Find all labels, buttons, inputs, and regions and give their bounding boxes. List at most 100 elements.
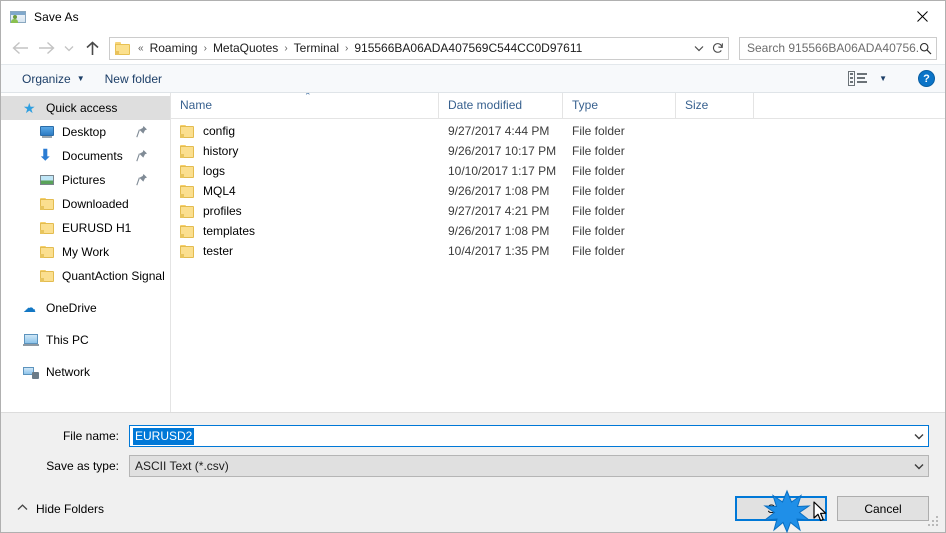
chevron-down-icon[interactable]: [910, 426, 928, 446]
chevron-down-icon: ▼: [879, 74, 887, 83]
table-row[interactable]: MQL4 9/26/2017 1:08 PM File folder: [171, 181, 945, 201]
breadcrumb-terminal-id[interactable]: 915566BA06ADA407569C544CC0D97611: [352, 38, 584, 59]
sidebar-item-downloaded[interactable]: Downloaded: [1, 192, 170, 216]
table-row[interactable]: profiles 9/27/2017 4:21 PM File folder: [171, 201, 945, 221]
change-view-button[interactable]: ▼: [841, 68, 894, 89]
close-icon[interactable]: [899, 1, 945, 32]
file-name-label: profiles: [203, 204, 242, 218]
file-name-label: logs: [203, 164, 226, 178]
table-row[interactable]: logs 10/10/2017 1:17 PM File folder: [171, 161, 945, 181]
chevron-down-icon[interactable]: [910, 456, 928, 476]
column-header-date-modified[interactable]: Date modified: [439, 93, 563, 118]
back-button[interactable]: [7, 35, 33, 61]
folder-icon: [180, 204, 196, 218]
sidebar-item-desktop[interactable]: Desktop: [1, 120, 170, 144]
file-name-label: File name:: [62, 429, 119, 443]
address-bar[interactable]: « Roaming › MetaQuotes › Terminal › 9155…: [109, 36, 729, 60]
table-row[interactable]: templates 9/26/2017 1:08 PM File folder: [171, 221, 945, 241]
recent-locations-button[interactable]: [59, 35, 79, 61]
chevron-down-icon: ▼: [76, 73, 85, 83]
chevron-up-icon: [17, 503, 28, 514]
file-name-value[interactable]: EURUSD2: [133, 427, 195, 445]
table-row[interactable]: config 9/27/2017 4:44 PM File folder: [171, 121, 945, 141]
file-name-cell: history: [171, 144, 439, 158]
hide-folders-button[interactable]: Hide Folders: [11, 498, 110, 520]
column-header-label: Name: [180, 98, 213, 112]
pin-icon[interactable]: [136, 125, 148, 138]
breadcrumb-roaming[interactable]: Roaming: [148, 38, 200, 59]
pictures-icon: [39, 172, 55, 188]
file-type-cell: File folder: [572, 184, 625, 198]
breadcrumb-metaquotes[interactable]: MetaQuotes: [211, 38, 280, 59]
file-date-cell: 10/4/2017 1:35 PM: [448, 244, 550, 258]
sidebar-item-label: My Work: [62, 245, 110, 259]
breadcrumb-separator: ›: [203, 42, 207, 54]
chevron-down-icon[interactable]: [690, 38, 708, 59]
file-type-cell: File folder: [572, 244, 625, 258]
sidebar-item-label: Quick access: [46, 101, 118, 115]
sidebar-item-my-work[interactable]: My Work: [1, 240, 170, 264]
table-row[interactable]: tester 10/4/2017 1:35 PM File folder: [171, 241, 945, 261]
file-date-cell: 9/26/2017 1:08 PM: [448, 224, 550, 238]
help-button[interactable]: ?: [918, 70, 935, 87]
sidebar-item-label: OneDrive: [46, 301, 97, 315]
breadcrumb-terminal[interactable]: Terminal: [292, 38, 341, 59]
star-icon: ★: [23, 100, 36, 116]
navigation-sidebar: ★ Quick access Desktop ⬇ Documents Pictu…: [1, 93, 171, 412]
network-icon: [23, 364, 39, 380]
folder-icon: [180, 124, 196, 138]
sidebar-item-network[interactable]: Network: [1, 360, 170, 384]
file-type-cell: File folder: [572, 144, 625, 158]
save-as-type-value-box[interactable]: ASCII Text (*.csv): [129, 455, 929, 477]
save-form: File name: EURUSD2 Save as type: ASCII T…: [1, 412, 945, 485]
search-input[interactable]: Search 915566BA06ADA40756...: [747, 41, 919, 55]
breadcrumb-prefix: «: [138, 42, 144, 54]
sidebar-item-onedrive[interactable]: ☁ OneDrive: [1, 296, 170, 320]
title-bar: Save As: [1, 1, 945, 32]
sidebar-item-pictures[interactable]: Pictures: [1, 168, 170, 192]
sort-ascending-icon: ⌃: [304, 93, 312, 101]
folder-icon: [180, 184, 196, 198]
column-header-type[interactable]: Type: [563, 93, 676, 118]
sidebar-item-quick-access[interactable]: ★ Quick access: [1, 96, 170, 120]
save-as-type-value: ASCII Text (*.csv): [135, 459, 229, 473]
file-type-cell: File folder: [572, 124, 625, 138]
search-box[interactable]: Search 915566BA06ADA40756...: [739, 36, 937, 60]
column-header-size[interactable]: Size: [676, 93, 754, 118]
pin-icon[interactable]: [136, 149, 148, 162]
table-row[interactable]: history 9/26/2017 10:17 PM File folder: [171, 141, 945, 161]
column-header-name[interactable]: Name ⌃: [171, 93, 439, 118]
sidebar-item-this-pc[interactable]: This PC: [1, 328, 170, 352]
sidebar-item-eurusd-h1[interactable]: EURUSD H1: [1, 216, 170, 240]
file-name-label: templates: [203, 224, 256, 238]
file-name-cell: MQL4: [171, 184, 439, 198]
file-type-cell: File folder: [572, 224, 625, 238]
forward-button[interactable]: [33, 35, 59, 61]
folder-icon: [39, 220, 55, 236]
cancel-button[interactable]: Cancel: [837, 496, 929, 521]
up-button[interactable]: [79, 35, 105, 61]
save-button[interactable]: Save: [735, 496, 827, 521]
search-icon[interactable]: [919, 42, 932, 55]
pin-icon[interactable]: [136, 173, 148, 186]
save-as-type-combobox[interactable]: ASCII Text (*.csv): [129, 455, 929, 477]
breadcrumb-separator: ›: [345, 42, 349, 54]
file-date-cell: 10/10/2017 1:17 PM: [448, 164, 557, 178]
organize-button[interactable]: Organize ▼: [15, 69, 92, 89]
file-name-input[interactable]: EURUSD2: [129, 425, 929, 447]
new-folder-button[interactable]: New folder: [98, 69, 169, 89]
folder-icon: [180, 164, 196, 178]
file-name-combobox[interactable]: EURUSD2: [129, 425, 929, 447]
file-name-cell: logs: [171, 164, 439, 178]
file-date-cell: 9/27/2017 4:21 PM: [448, 204, 550, 218]
sidebar-item-documents[interactable]: ⬇ Documents: [1, 144, 170, 168]
resize-grip[interactable]: [928, 516, 941, 529]
sidebar-item-label: Downloaded: [62, 197, 129, 211]
sidebar-item-label: This PC: [46, 333, 89, 347]
sidebar-item-quantaction-signal[interactable]: QuantAction Signal: [1, 264, 170, 288]
folder-icon: [39, 268, 55, 284]
file-name-label: config: [203, 124, 236, 138]
save-as-type-label: Save as type:: [46, 459, 119, 473]
refresh-icon[interactable]: [708, 38, 728, 59]
view-list-icon: [848, 71, 868, 86]
